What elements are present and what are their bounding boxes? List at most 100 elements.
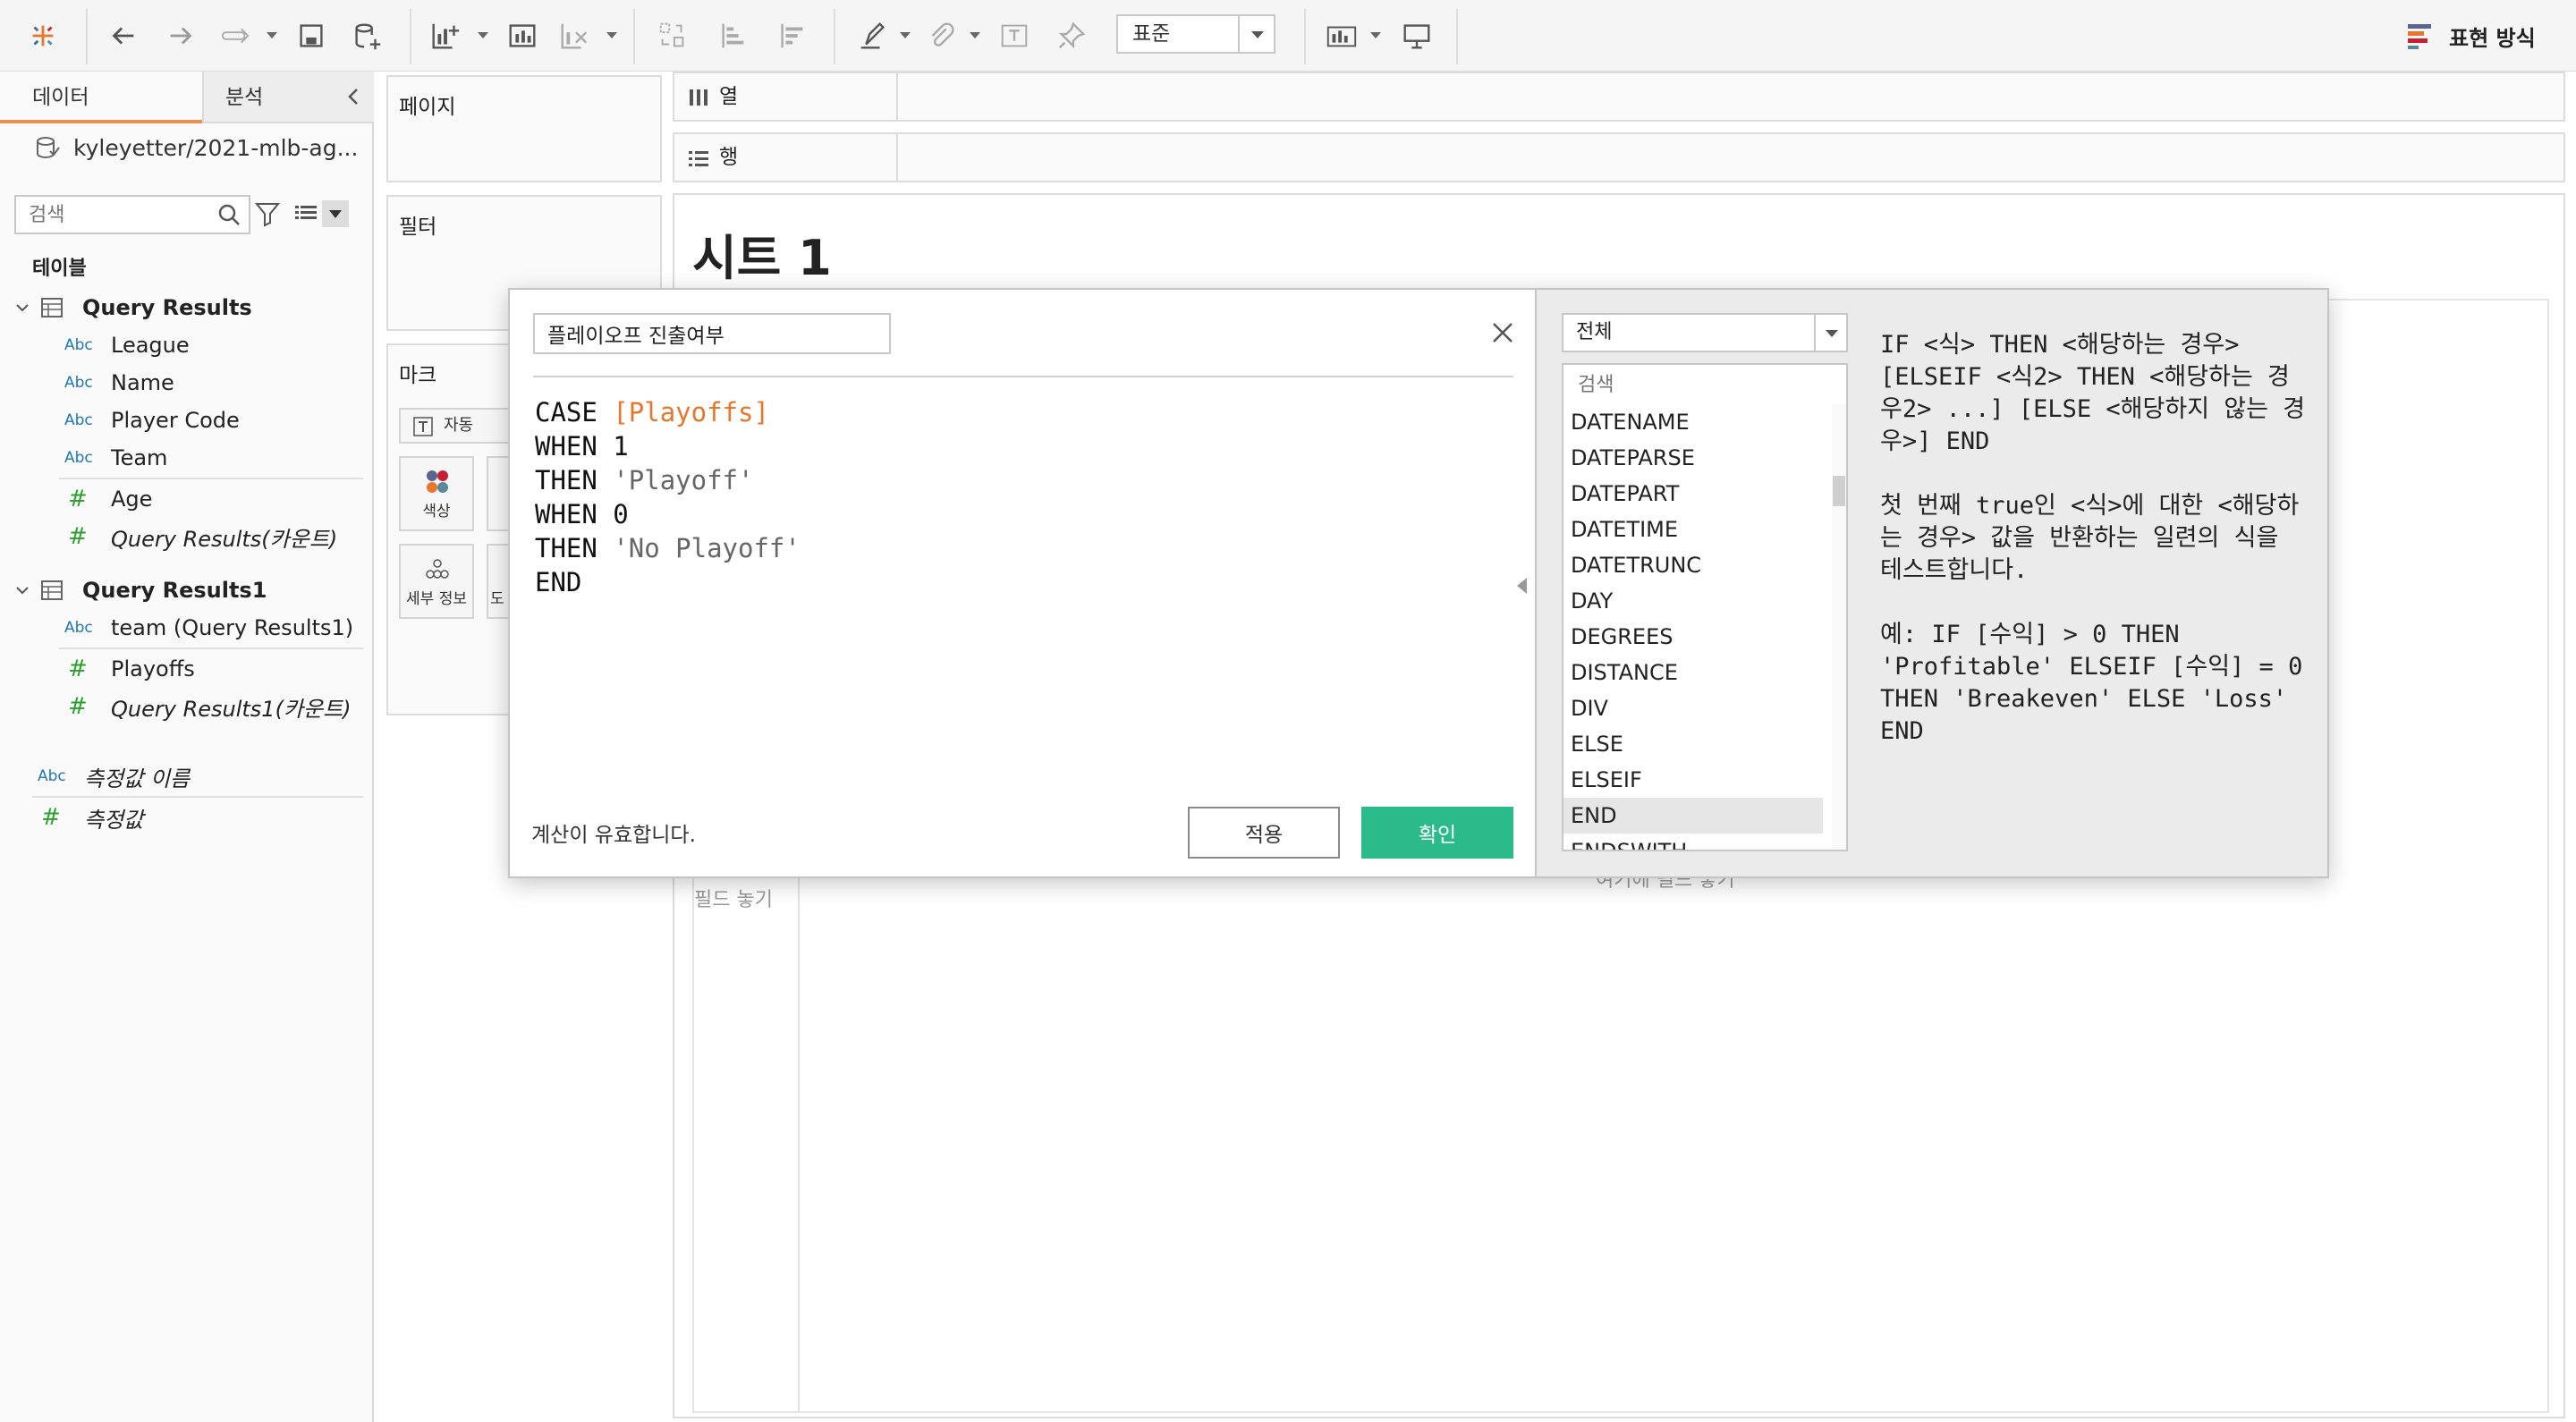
formula-editor[interactable]: CASE [Playoffs] WHEN 1 THEN 'Playoff' WH… xyxy=(535,395,801,599)
function-item[interactable]: ELSE xyxy=(1563,726,1823,762)
sort-descending-icon[interactable] xyxy=(773,16,812,55)
view-options-icon[interactable] xyxy=(295,200,349,227)
new-sheet-dropdown-caret[interactable] xyxy=(478,32,488,38)
sort-desc-glyph xyxy=(781,23,803,48)
sort-ascending-icon[interactable] xyxy=(714,16,753,55)
field-type-badge: Abc xyxy=(64,449,93,467)
table-row-query-results1[interactable]: Query Results1 xyxy=(0,572,267,608)
function-item[interactable]: DAY xyxy=(1563,583,1823,619)
pages-card[interactable]: 페이지 xyxy=(386,75,662,182)
chevron-down-icon[interactable] xyxy=(1238,16,1274,52)
forward-data-icon[interactable] xyxy=(216,16,256,55)
function-item[interactable]: DISTANCE xyxy=(1563,655,1823,690)
field-query-results-count[interactable]: # Query Results(카운트) xyxy=(64,519,337,554)
detail-button[interactable]: 세부 정보 xyxy=(399,544,474,619)
new-worksheet-icon[interactable] xyxy=(426,16,465,55)
function-item[interactable]: DATEPART xyxy=(1563,476,1823,512)
mark-type-dropdown[interactable]: 자동 xyxy=(399,408,524,444)
chevron-down-icon[interactable] xyxy=(1814,315,1846,351)
keyword: THEN xyxy=(535,465,597,495)
formula-line: THEN 'Playoff' xyxy=(535,463,801,497)
new-datasource-icon[interactable] xyxy=(347,16,386,55)
field-league[interactable]: Abc League xyxy=(64,327,190,363)
field-age[interactable]: # Age xyxy=(64,481,152,517)
undo-icon[interactable] xyxy=(104,16,143,55)
field-player-code[interactable]: Abc Player Code xyxy=(64,402,240,438)
calculation-name-input[interactable] xyxy=(533,313,891,354)
rows-shelf[interactable]: 행 xyxy=(673,132,2565,182)
table-row-query-results[interactable]: Query Results xyxy=(0,290,252,326)
field-team-query-results1[interactable]: Abc team (Query Results1) xyxy=(64,610,353,646)
field-name: Name xyxy=(111,370,174,395)
cards-dropdown-caret[interactable] xyxy=(1370,32,1381,38)
function-item[interactable]: DATENAME xyxy=(1563,404,1823,440)
show-me-icon xyxy=(2408,24,2431,49)
collapse-pane-icon[interactable] xyxy=(343,86,365,107)
field-team[interactable]: Abc Team xyxy=(64,440,167,476)
table-icon xyxy=(41,298,63,317)
function-help-panel: 전체 DATENAME DATEPARSE DATEPART DATETIME … xyxy=(1535,290,2327,876)
function-item[interactable]: DATETRUNC xyxy=(1563,547,1823,583)
function-item[interactable]: DIV xyxy=(1563,690,1823,726)
show-me-button[interactable]: 표현 방식 xyxy=(2406,18,2536,54)
function-category-dropdown[interactable]: 전체 xyxy=(1562,313,1848,352)
show-mark-labels-icon[interactable] xyxy=(995,16,1034,55)
search-icon[interactable] xyxy=(216,202,242,227)
function-list-scrollbar[interactable] xyxy=(1832,404,1846,850)
apply-button[interactable]: 적용 xyxy=(1188,807,1340,859)
field-type-badge: Abc xyxy=(64,374,93,392)
function-item[interactable]: DEGREES xyxy=(1563,619,1823,655)
field-type-badge: Abc xyxy=(64,619,93,637)
redo-dropdown-caret[interactable] xyxy=(267,32,277,38)
group-members-icon[interactable] xyxy=(921,16,961,55)
presentation-glyph xyxy=(1403,24,1430,49)
fix-axes-pin-icon[interactable] xyxy=(1052,16,1091,55)
function-item[interactable]: DATETIME xyxy=(1563,512,1823,547)
chevron-down-icon[interactable] xyxy=(14,300,30,316)
function-item[interactable]: ENDSWITH xyxy=(1563,834,1823,850)
function-item[interactable]: DATEPARSE xyxy=(1563,440,1823,476)
field-name: Player Code xyxy=(111,408,240,433)
group-dropdown-caret[interactable] xyxy=(970,32,980,38)
field-name[interactable]: Abc Name xyxy=(64,365,174,401)
field-playoffs[interactable]: # Playoffs xyxy=(64,651,195,687)
field-query-results1-count[interactable]: # Query Results1(카운트) xyxy=(64,689,352,724)
show-me-label: 표현 방식 xyxy=(2449,25,2536,51)
presentation-mode-icon[interactable] xyxy=(1397,16,1436,55)
tableau-logo-icon[interactable] xyxy=(23,16,63,55)
function-search-input[interactable] xyxy=(1562,363,1848,406)
save-glyph xyxy=(300,24,323,47)
color-button[interactable]: 색상 xyxy=(399,456,474,531)
show-cards-icon[interactable] xyxy=(1322,16,1361,55)
highlight-dropdown-caret[interactable] xyxy=(900,32,911,38)
clear-sheet-icon[interactable] xyxy=(555,16,594,55)
data-search-input[interactable] xyxy=(14,195,250,234)
tableau-logo-glyph xyxy=(32,25,54,47)
function-list[interactable]: DATENAME DATEPARSE DATEPART DATETIME DAT… xyxy=(1562,404,1848,851)
field-measure-values[interactable]: # 측정값 xyxy=(38,800,143,835)
field-measure-names[interactable]: Abc 측정값 이름 xyxy=(38,758,190,794)
collapse-functions-arrow-icon[interactable] xyxy=(1517,578,1527,594)
close-icon[interactable] xyxy=(1488,318,1517,347)
filter-icon[interactable] xyxy=(254,200,281,227)
tab-data[interactable]: 데이터 xyxy=(0,72,202,123)
calculation-status: 계산이 유효합니다. xyxy=(531,824,696,847)
scrollbar-thumb[interactable] xyxy=(1833,476,1845,506)
datasource-icon xyxy=(37,137,60,159)
redo-icon[interactable] xyxy=(161,16,200,55)
columns-shelf[interactable]: 열 xyxy=(673,72,2565,122)
duplicate-sheet-icon[interactable] xyxy=(503,16,542,55)
chevron-down-icon[interactable] xyxy=(14,582,30,598)
swap-rows-columns-icon[interactable] xyxy=(653,16,692,55)
sheet-title[interactable]: 시트 1 xyxy=(692,218,832,289)
ok-button[interactable]: 확인 xyxy=(1361,807,1513,859)
detail-icon xyxy=(426,559,449,579)
highlight-icon[interactable] xyxy=(853,16,893,55)
fit-dropdown[interactable]: 표준 xyxy=(1116,14,1275,54)
datasource-item[interactable]: kyleyetter/2021-mlb-ag... xyxy=(34,131,365,166)
function-item-selected[interactable]: END xyxy=(1563,798,1823,834)
save-icon[interactable] xyxy=(292,16,331,55)
detail-button-label: 세부 정보 xyxy=(406,590,467,608)
clear-dropdown-caret[interactable] xyxy=(606,32,617,38)
function-item[interactable]: ELSEIF xyxy=(1563,762,1823,798)
